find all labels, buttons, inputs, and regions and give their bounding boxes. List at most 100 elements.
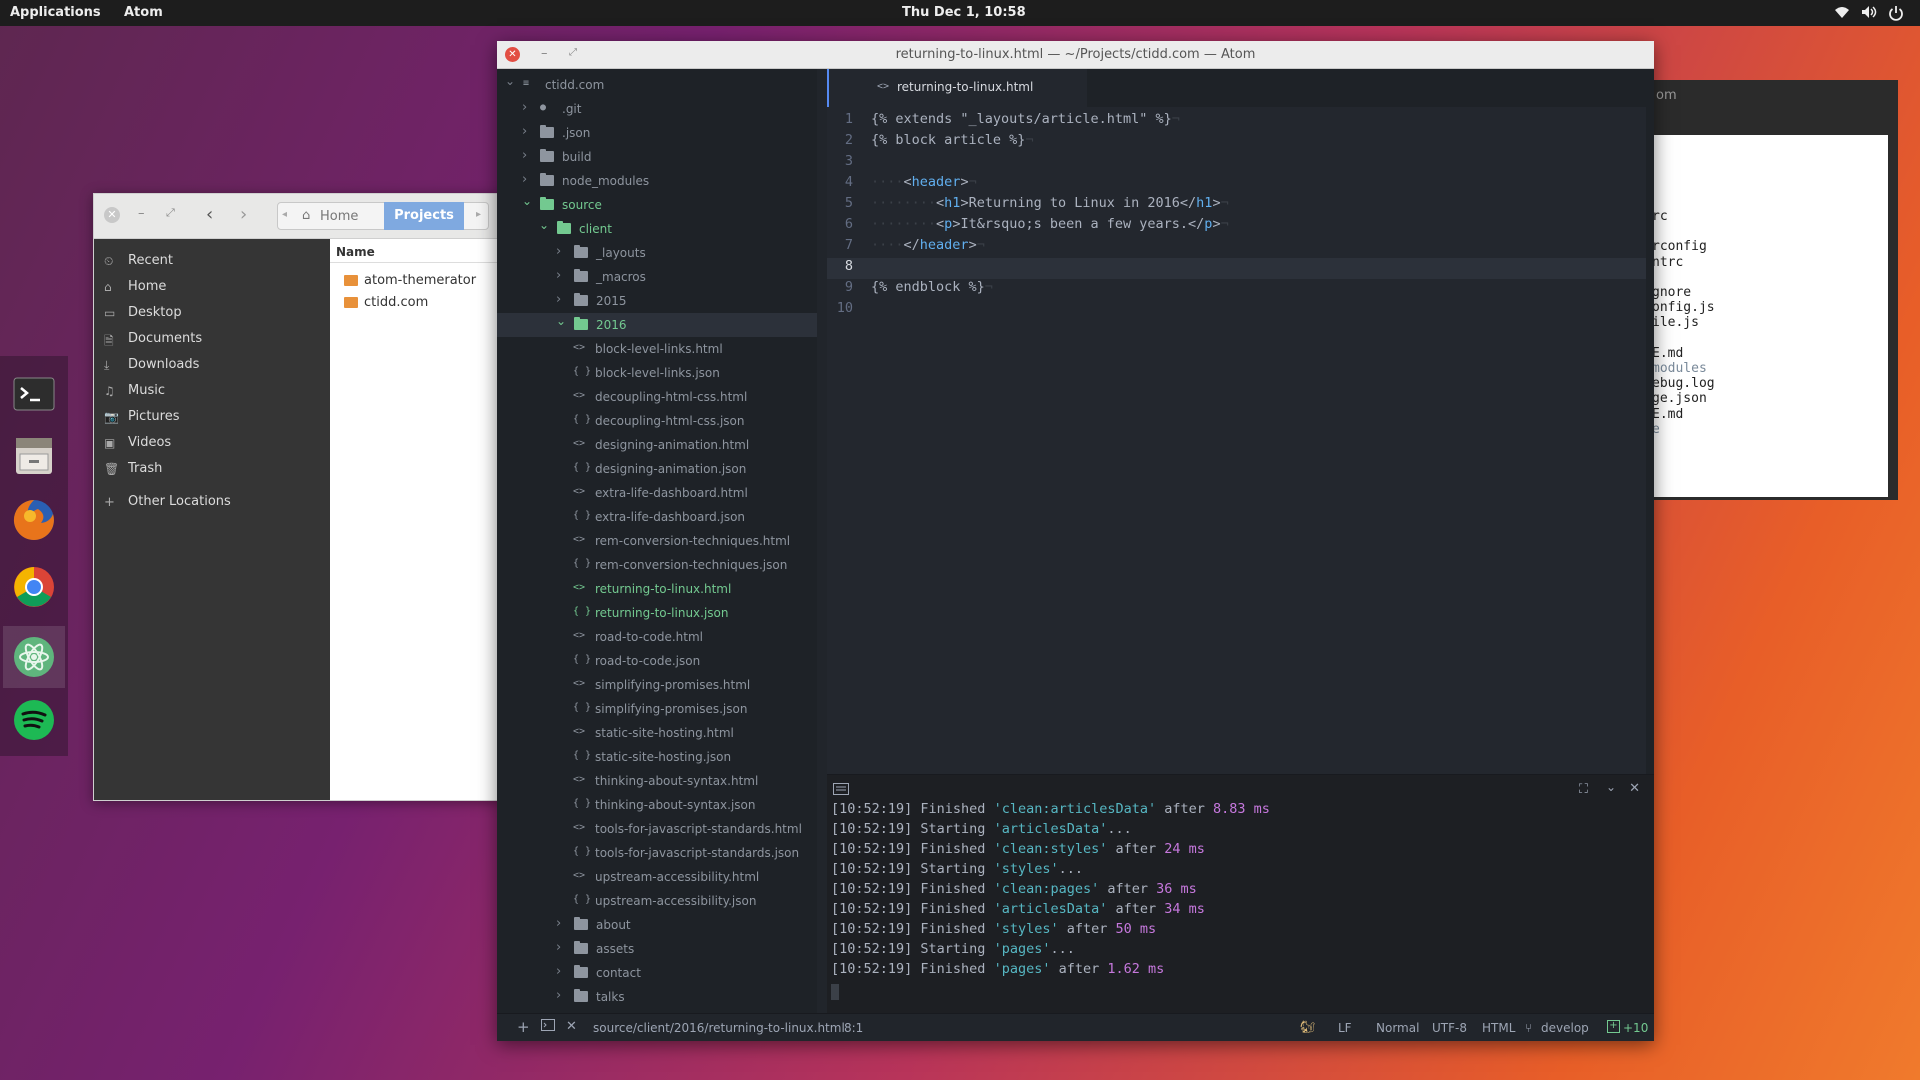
tree-item[interactable]: › contact xyxy=(497,961,817,985)
list-item[interactable]: atom-themerator xyxy=(330,271,502,291)
squirrel-icon[interactable]: 🐿 xyxy=(1300,1020,1315,1034)
tree-item[interactable]: { } upstream-accessibility.json xyxy=(497,889,817,913)
atom-launcher-active[interactable] xyxy=(3,626,65,688)
code-line[interactable]: 6 ········<p>It&rsquo;s been a few years.… xyxy=(827,216,1654,237)
chevron-down-icon[interactable]: ⌄ xyxy=(556,314,566,328)
code-line[interactable]: 3 xyxy=(827,153,1654,174)
tree-item[interactable]: { } tools-for-javascript-standards.json xyxy=(497,841,817,865)
background-terminal-window[interactable]: om rc rconfig ntrc gnore onfig.js ile.js E.md m… xyxy=(1648,80,1898,500)
chevron-right-icon[interactable]: › xyxy=(556,292,561,307)
tree-item[interactable]: <> tools-for-javascript-standards.html xyxy=(497,817,817,841)
close-panel-icon[interactable]: ✕ xyxy=(1629,781,1640,796)
editor-scrollbar[interactable] xyxy=(1646,107,1654,774)
sidebar-item-documents[interactable]: 🗎 Documents xyxy=(94,325,330,353)
tree-item[interactable]: <> thinking-about-syntax.html xyxy=(497,769,817,793)
files-launcher[interactable] xyxy=(10,432,58,480)
chevron-right-icon[interactable]: › xyxy=(522,124,527,139)
code-line[interactable]: 9 {% endblock %}¬ xyxy=(827,279,1654,300)
tree-item[interactable]: <> simplifying-promises.html xyxy=(497,673,817,697)
chevron-right-icon[interactable]: › xyxy=(556,940,561,955)
code-area[interactable]: 1 {% extends "_layouts/article.html" %}¬ 2… xyxy=(827,107,1654,774)
git-changes[interactable]: +10 xyxy=(1623,1021,1648,1035)
tree-item[interactable]: <> rem-conversion-techniques.html xyxy=(497,529,817,553)
breadcrumb-left-icon[interactable]: ◂ xyxy=(282,209,287,220)
add-icon[interactable]: + xyxy=(517,1018,530,1036)
chevron-right-icon[interactable]: › xyxy=(556,244,561,259)
fullscreen-icon[interactable]: ⛶ xyxy=(1579,782,1588,797)
chevron-down-icon[interactable]: ⌄ xyxy=(539,218,549,232)
tree-item[interactable]: <> upstream-accessibility.html xyxy=(497,865,817,889)
volume-icon[interactable] xyxy=(1861,5,1877,19)
encoding[interactable]: UTF-8 xyxy=(1432,1021,1467,1035)
tree-item[interactable]: › 2015 xyxy=(497,289,817,313)
tree-item[interactable]: { } rem-conversion-techniques.json xyxy=(497,553,817,577)
tab-returning-to-linux[interactable]: <> returning-to-linux.html xyxy=(827,69,1087,107)
chevron-right-icon[interactable]: › xyxy=(522,148,527,163)
tree-item[interactable]: <> static-site-hosting.html xyxy=(497,721,817,745)
tree-item[interactable]: { } returning-to-linux.json xyxy=(497,601,817,625)
tree-item[interactable]: { } simplifying-promises.json xyxy=(497,697,817,721)
close-icon[interactable]: ✕ xyxy=(566,1019,577,1034)
tree-item[interactable]: › _layouts xyxy=(497,241,817,265)
tree-item[interactable]: { } thinking-about-syntax.json xyxy=(497,793,817,817)
sidebar-item-home[interactable]: ⌂ Home xyxy=(94,273,330,301)
terminal-launcher[interactable] xyxy=(10,370,58,418)
back-arrow-icon[interactable]: ‹ xyxy=(206,204,213,225)
code-line[interactable]: 4 ····<header>¬ xyxy=(827,174,1654,195)
chevron-right-icon[interactable]: › xyxy=(556,988,561,1003)
tree-item[interactable]: <> road-to-code.html xyxy=(497,625,817,649)
chevron-down-icon[interactable]: ⌄ xyxy=(505,74,515,88)
tree-item[interactable]: { } road-to-code.json xyxy=(497,649,817,673)
code-line[interactable]: 2 {% block article %}¬ xyxy=(827,132,1654,153)
code-line[interactable]: 1 {% extends "_layouts/article.html" %}¬ xyxy=(827,111,1654,132)
chrome-launcher[interactable] xyxy=(10,563,58,611)
wifi-icon[interactable] xyxy=(1834,5,1850,19)
tree-item[interactable]: <> decoupling-html-css.html xyxy=(497,385,817,409)
app-menu[interactable]: Atom xyxy=(124,5,163,20)
tree-item[interactable]: ⌄ ≡ ctidd.com xyxy=(497,73,817,97)
tree-item[interactable]: <> designing-animation.html xyxy=(497,433,817,457)
maximize-icon[interactable]: ⤢ xyxy=(166,206,175,220)
tree-item[interactable]: › assets xyxy=(497,937,817,961)
tree-item[interactable]: ⌄ source xyxy=(497,193,817,217)
power-icon[interactable] xyxy=(1888,5,1904,21)
sidebar-item-videos[interactable]: ▣ Videos xyxy=(94,429,330,457)
applications-menu[interactable]: Applications xyxy=(10,5,101,20)
tree-item[interactable]: › node_modules xyxy=(497,169,817,193)
chevron-right-icon[interactable]: › xyxy=(556,964,561,979)
tree-item[interactable]: › about xyxy=(497,913,817,937)
tree-item[interactable]: ⌄ 2016 xyxy=(497,313,817,337)
tree-item[interactable]: › talks xyxy=(497,985,817,1009)
chevron-right-icon[interactable]: › xyxy=(522,100,527,115)
tree-item[interactable]: { } decoupling-html-css.json xyxy=(497,409,817,433)
sidebar-item-trash[interactable]: 🗑 Trash xyxy=(94,455,330,483)
close-icon[interactable]: ✕ xyxy=(104,207,120,223)
tree-item[interactable]: { } designing-animation.json xyxy=(497,457,817,481)
column-header-name[interactable]: Name xyxy=(330,239,502,263)
file-manager-window[interactable]: ✕ – ⤢ ‹ › ◂ ⌂ Home Projects ▸ ⏲ Recent ⌂ Ho… xyxy=(93,193,503,801)
file-path[interactable]: source/client/2016/returning-to-linux.ht… xyxy=(593,1021,845,1035)
terminal-toggle-icon[interactable] xyxy=(541,1019,555,1034)
tree-item[interactable]: › _macros xyxy=(497,265,817,289)
tree-item[interactable]: <> returning-to-linux.html xyxy=(497,577,817,601)
grammar[interactable]: HTML xyxy=(1482,1021,1515,1035)
sidebar-item-desktop[interactable]: ▭ Desktop xyxy=(94,299,330,327)
firefox-launcher[interactable] xyxy=(10,496,58,544)
line-ending[interactable]: LF xyxy=(1338,1021,1352,1035)
tree-item[interactable]: › .json xyxy=(497,121,817,145)
sidebar-item-other-locations[interactable]: + Other Locations xyxy=(94,488,330,516)
text-editor[interactable]: <> returning-to-linux.html 1 {% extends "… xyxy=(827,69,1654,774)
tree-item[interactable]: { } block-level-links.json xyxy=(497,361,817,385)
breadcrumb-home[interactable]: Home xyxy=(320,209,358,224)
chevron-right-icon[interactable]: › xyxy=(522,172,527,187)
chevron-right-icon[interactable]: › xyxy=(556,268,561,283)
breadcrumb-right-icon[interactable]: ▸ xyxy=(476,209,481,220)
tree-item[interactable]: ⌄ client xyxy=(497,217,817,241)
tree-item[interactable]: <> block-level-links.html xyxy=(497,337,817,361)
chevron-down-icon[interactable]: ⌄ xyxy=(1606,780,1616,794)
code-line[interactable]: 7 ····</header>¬ xyxy=(827,237,1654,258)
spotify-launcher[interactable] xyxy=(10,696,58,744)
code-line[interactable]: 8 xyxy=(827,258,1654,279)
chevron-right-icon[interactable]: › xyxy=(556,916,561,931)
keyboard-icon[interactable] xyxy=(833,783,849,795)
